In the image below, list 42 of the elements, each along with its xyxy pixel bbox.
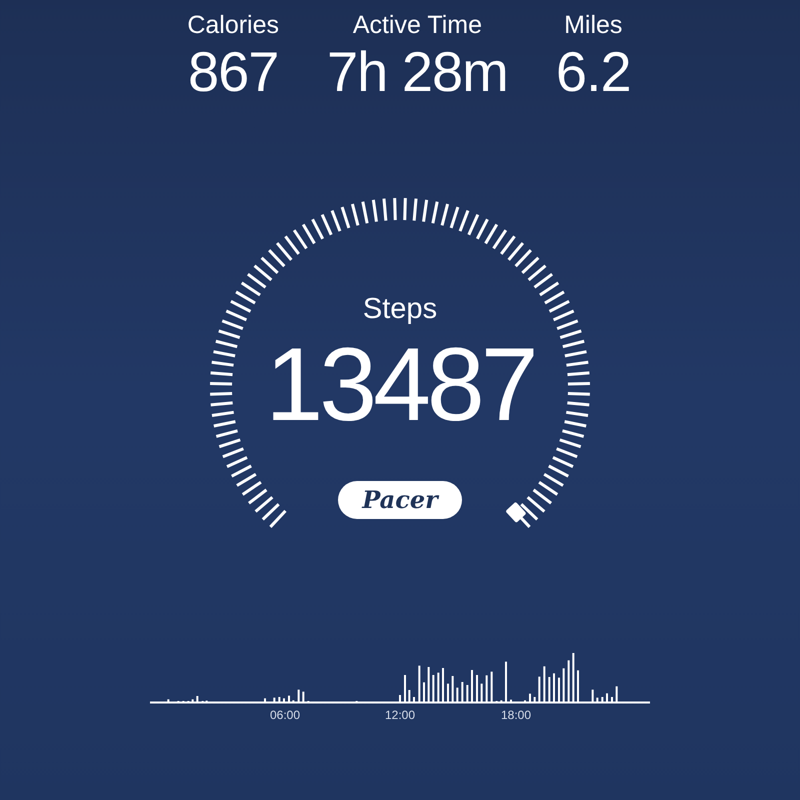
time-label: 18:00 — [500, 708, 532, 722]
activity-bar — [543, 666, 546, 702]
activity-bar — [437, 672, 440, 702]
activity-bar — [192, 699, 194, 702]
activity-bar — [568, 660, 570, 702]
activity-bar — [480, 684, 483, 702]
activity-bar — [273, 698, 276, 702]
stat-label: Calories — [187, 10, 280, 40]
stat-label: Active Time — [352, 10, 482, 40]
activity-bar — [302, 692, 304, 702]
activity-bar — [167, 699, 170, 702]
time-label: 12:00 — [384, 708, 416, 722]
stat-value: 6.2 — [556, 40, 631, 104]
activity-bar — [490, 672, 493, 702]
activity-bar — [572, 653, 574, 702]
steps-label: Steps — [362, 292, 438, 327]
activity-bar — [534, 697, 536, 702]
time-label: 06:00 — [270, 708, 300, 722]
activity-bar — [616, 686, 618, 702]
activity-bar — [408, 690, 410, 702]
activity-bar — [428, 667, 430, 702]
activity-bar — [196, 696, 198, 702]
activity-bar — [432, 675, 434, 702]
activity-bar — [548, 677, 550, 702]
activity-bar — [486, 675, 488, 702]
stat-label: Miles — [564, 10, 622, 40]
activity-bar — [418, 666, 420, 702]
activity-bar — [461, 682, 464, 702]
activity-bar — [298, 690, 300, 702]
stat-value: 867 — [188, 40, 278, 104]
activity-bar — [466, 685, 468, 702]
steps-count: 13487 — [265, 333, 535, 437]
activity-bar — [538, 676, 540, 702]
activity-bar — [456, 688, 458, 702]
activity-bar — [592, 690, 594, 702]
stat-value: 7h 28m — [327, 40, 508, 104]
activity-bar — [452, 676, 454, 702]
activity-bar — [278, 697, 280, 702]
brand-logo: Pacer — [338, 481, 462, 519]
activity-bar — [562, 668, 565, 702]
activity-bar — [596, 698, 598, 702]
activity-bar — [601, 697, 604, 702]
